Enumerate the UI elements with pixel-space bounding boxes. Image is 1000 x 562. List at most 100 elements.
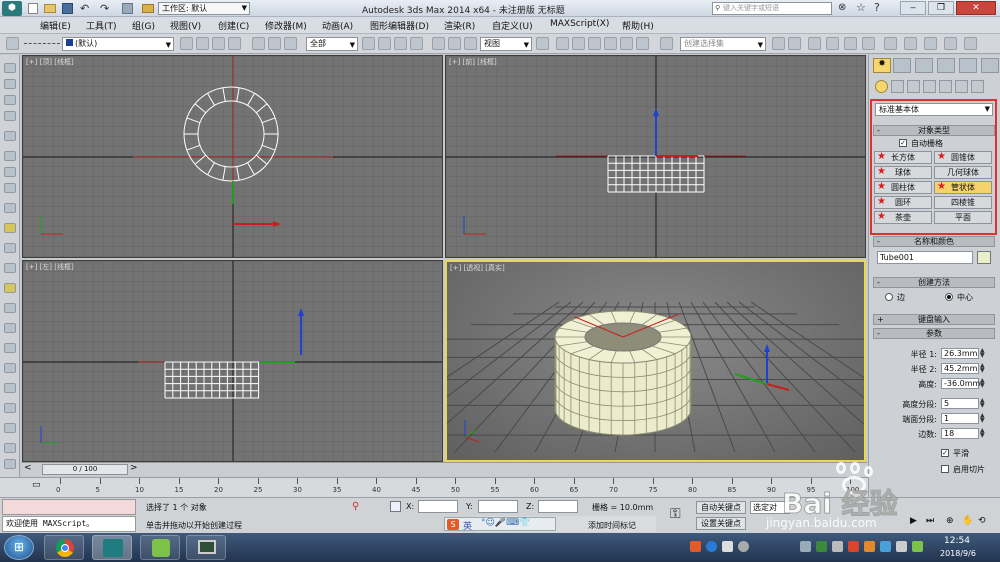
select-by-name-icon[interactable]	[378, 37, 391, 50]
percent-snap-icon[interactable]	[620, 37, 633, 50]
settings-tray-icon[interactable]	[738, 541, 749, 552]
slice-checkbox[interactable]	[941, 465, 949, 473]
menu-views[interactable]: 视图(V)	[170, 19, 201, 32]
spinner-icon[interactable]: ▲ ▼	[980, 428, 986, 439]
category-dropdown[interactable]: 标准基本体 ▼	[875, 103, 993, 116]
layer-explorer-icon[interactable]	[826, 37, 839, 50]
object-name-input[interactable]: Tube001	[877, 251, 973, 264]
left-tool-icon[interactable]	[4, 131, 16, 141]
menu-customize[interactable]: 自定义(U)	[492, 19, 533, 32]
shapes-icon[interactable]	[891, 80, 904, 93]
unlink-icon[interactable]	[268, 37, 281, 50]
name-color-rollout[interactable]: - 名称和颜色	[873, 236, 995, 247]
menu-maxscript[interactable]: MAXScript(X)	[550, 19, 609, 29]
workspace-combo[interactable]: 工作区: 默认 ▼	[158, 2, 250, 15]
sides-input[interactable]: 18	[941, 428, 979, 439]
next-frame-icon[interactable]: >	[130, 463, 138, 473]
left-tool-icon[interactable]	[4, 183, 16, 193]
left-tool-icon[interactable]	[4, 403, 16, 413]
add-time-tag[interactable]: 添加时间标记	[588, 520, 636, 531]
autogrid-checkbox[interactable]: ✓	[899, 139, 907, 147]
pyramid-button[interactable]: 四棱锥	[934, 196, 992, 209]
left-tool-icon[interactable]	[4, 111, 16, 121]
keyboard-shortcut-icon[interactable]	[572, 37, 585, 50]
left-tool-icon[interactable]	[4, 283, 16, 293]
rotate-icon[interactable]	[448, 37, 461, 50]
left-tool-icon[interactable]	[4, 383, 16, 393]
spinner-icon[interactable]: ▲ ▼	[980, 363, 986, 374]
x-coordinate-input[interactable]	[418, 500, 458, 513]
left-tool-icon[interactable]	[4, 203, 16, 213]
layer-manager-icon[interactable]	[180, 37, 193, 50]
undo-icon[interactable]: ↶	[80, 2, 89, 15]
left-tool-icon[interactable]	[4, 263, 16, 273]
viewport-perspective[interactable]: [+] [透视] [真实]	[445, 260, 866, 462]
smooth-checkbox[interactable]: ✓	[941, 449, 949, 457]
left-tool-icon[interactable]	[4, 223, 16, 233]
spinner-icon[interactable]: ▲ ▼	[980, 378, 986, 389]
motion-tab-icon[interactable]	[937, 58, 955, 73]
open-file-icon[interactable]	[44, 4, 56, 13]
create-tab-icon[interactable]: ✸	[873, 58, 891, 73]
move-icon[interactable]	[432, 37, 445, 50]
helpers-icon[interactable]	[939, 80, 952, 93]
maxscript-listener[interactable]: 欢迎使用 MAXScript。	[2, 516, 136, 532]
lock-selection-icon[interactable]: ⚲	[352, 501, 359, 512]
selection-set-combo[interactable]: 创建选择集 ▼	[680, 37, 766, 51]
chrome-taskbar-button[interactable]	[44, 535, 84, 560]
modify-tab-icon[interactable]	[893, 58, 911, 73]
app-taskbar-button[interactable]	[140, 535, 180, 560]
radius2-input[interactable]: 45.2mm	[941, 363, 979, 374]
absolute-mode-icon[interactable]	[390, 501, 401, 512]
curve-editor-icon[interactable]	[862, 37, 875, 50]
window-crossing-icon[interactable]	[410, 37, 423, 50]
select-manipulate-icon[interactable]	[556, 37, 569, 50]
binoculars-icon[interactable]: ⊗	[838, 2, 846, 13]
geosphere-button[interactable]: 几何球体	[934, 166, 992, 179]
mini-curve-editor-icon[interactable]: ▭	[32, 480, 44, 494]
select-link-icon[interactable]	[252, 37, 265, 50]
select-layer-icon[interactable]	[212, 37, 225, 50]
rect-selection-icon[interactable]	[394, 37, 407, 50]
pivot-center-icon[interactable]	[536, 37, 549, 50]
menu-animation[interactable]: 动画(A)	[322, 19, 353, 32]
time-slider[interactable]: 0 / 100 < >	[22, 462, 867, 476]
set-key-button[interactable]: 设置关键点	[696, 517, 746, 530]
object-color-swatch[interactable]	[977, 251, 991, 264]
maxscript-listener-pink[interactable]	[2, 499, 136, 515]
search-input[interactable]: ⚲ 键入关键字或短语	[712, 2, 832, 15]
viewport-front[interactable]: [+] [前] [线框]	[445, 55, 866, 258]
scale-icon[interactable]	[464, 37, 477, 50]
mirror-icon[interactable]	[772, 37, 785, 50]
new-file-icon[interactable]	[28, 3, 38, 14]
cloud-tray-icon[interactable]	[880, 541, 891, 552]
help-tray-icon[interactable]	[706, 541, 717, 552]
sphere-button[interactable]: ★ 球体	[874, 166, 932, 179]
material-editor-icon[interactable]	[904, 37, 917, 50]
orbit-icon[interactable]: ⟲	[978, 516, 986, 526]
edge-radio[interactable]	[885, 293, 893, 301]
cylinder-button[interactable]: ★ 圆柱体	[874, 181, 932, 194]
track-bar[interactable]: ▭ 0 5 10 15 20 25 30 35 40 45 50 55 60 65 70 75 80 85 90 95…	[0, 477, 868, 497]
left-tool-icon[interactable]	[4, 343, 16, 353]
viewport-label[interactable]: [+] [透视] [真实]	[450, 263, 505, 273]
z-coordinate-input[interactable]	[538, 500, 578, 513]
spinner-icon[interactable]: ▲ ▼	[980, 413, 986, 424]
menu-modifiers[interactable]: 修改器(M)	[265, 19, 307, 32]
redo-icon[interactable]: ↷	[100, 2, 109, 15]
left-tool-icon[interactable]	[4, 443, 16, 453]
project-folder-icon[interactable]	[142, 4, 154, 13]
3dsmax-taskbar-button[interactable]	[92, 535, 132, 560]
reference-coord-combo[interactable]: 视图 ▼	[480, 37, 532, 51]
menu-create[interactable]: 创建(C)	[218, 19, 249, 32]
close-button[interactable]: ✕	[956, 1, 996, 15]
height-segments-input[interactable]: 5	[941, 398, 979, 409]
object-type-rollout[interactable]: - 对象类型	[873, 125, 995, 136]
toggle-scene-explorer-icon[interactable]	[808, 37, 821, 50]
torus-button[interactable]: ★ 圆环	[874, 196, 932, 209]
ime-indicator[interactable]: S 英 °☺🎤⌨👕	[444, 517, 556, 532]
plane-button[interactable]: 平面	[934, 211, 992, 224]
left-tool-icon[interactable]	[4, 151, 16, 161]
left-tool-icon[interactable]	[4, 167, 16, 177]
hierarchy-tab-icon[interactable]	[915, 58, 933, 73]
